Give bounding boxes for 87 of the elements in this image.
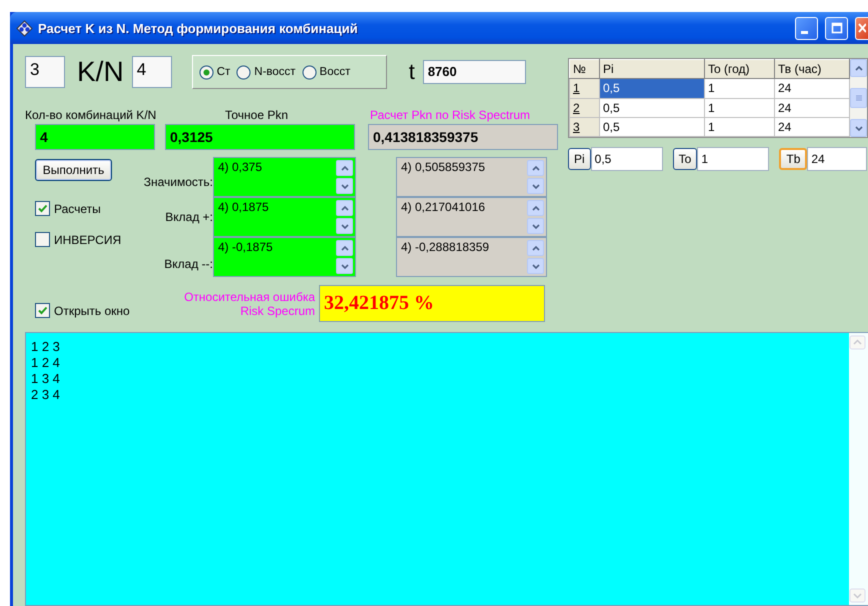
metric-spinbox[interactable]: 4) -0,288818359 — [396, 237, 547, 277]
check-icon — [37, 305, 48, 316]
row-header[interactable]: 3 — [570, 117, 600, 136]
parameter-button[interactable]: Tb — [779, 148, 808, 170]
table-cell[interactable]: 1 — [704, 98, 774, 118]
scroll-up-button[interactable] — [850, 59, 867, 77]
close-icon — [856, 22, 866, 34]
checkbox[interactable] — [35, 201, 50, 216]
window-title: Расчет K из N. Метод формирования комбинаций — [38, 20, 359, 36]
row-header[interactable]: 1 — [570, 78, 600, 98]
maximize-button[interactable] — [825, 16, 848, 40]
minimize-icon — [801, 30, 808, 34]
metric-spinbox[interactable]: 4) -0,1875 — [213, 237, 356, 277]
metric-label: Значимость: — [144, 175, 213, 189]
parameter-field[interactable]: 1 — [697, 147, 770, 171]
scroll-down-button[interactable] — [850, 119, 867, 137]
result-label: Расчет Pkn по Risk Spectrum — [370, 108, 530, 122]
table-cell[interactable]: 1 — [704, 78, 774, 98]
up-arrow-button[interactable] — [527, 160, 544, 176]
checkbox-label: Открыть окно — [54, 304, 130, 318]
minimize-button[interactable] — [795, 16, 818, 40]
n-field[interactable]: 4 — [132, 56, 172, 88]
down-arrow-button[interactable] — [527, 218, 544, 234]
result-field: 0,3125 — [165, 124, 355, 150]
table-cell[interactable]: 24 — [774, 98, 850, 118]
up-arrow-button[interactable] — [336, 200, 353, 216]
output-line: 1 2 4 — [31, 355, 61, 371]
result-label: Точное Pkn — [225, 108, 290, 122]
k-field[interactable]: 3 — [25, 56, 65, 88]
table-cell[interactable]: 24 — [774, 78, 850, 98]
down-arrow-button[interactable] — [336, 178, 353, 194]
down-arrow-button[interactable] — [336, 258, 353, 274]
table-cell[interactable]: 1 — [704, 117, 774, 136]
result-label: Кол-во комбинаций K/N — [25, 108, 158, 122]
t-field[interactable]: 8760 — [422, 60, 526, 84]
metric-spinbox[interactable]: 4) 0,1875 — [213, 197, 356, 237]
checkbox-label: Расчеты — [54, 202, 101, 216]
radio-button[interactable] — [302, 64, 317, 80]
down-arrow-button[interactable] — [527, 258, 544, 274]
up-arrow-button[interactable] — [336, 160, 353, 176]
output-line: 1 3 4 — [31, 371, 61, 387]
scroll-thumb[interactable] — [850, 88, 867, 108]
down-arrow-button[interactable] — [336, 218, 353, 234]
metric-label: Вклад +: — [165, 210, 213, 224]
parameter-field[interactable]: 0,5 — [590, 147, 663, 171]
table-cell[interactable]: 0,5 — [600, 98, 704, 118]
error-value: 32,421875 % — [319, 285, 545, 322]
down-arrow-button[interactable] — [527, 178, 544, 194]
grip-icon — [854, 94, 862, 102]
column-header[interactable]: Pi — [600, 60, 704, 79]
result-field: 4 — [35, 124, 155, 150]
radio-button[interactable] — [198, 64, 214, 80]
column-header[interactable]: To (год) — [704, 60, 774, 79]
run-button[interactable]: Выполнить — [35, 159, 112, 181]
metric-spinbox[interactable]: 4) 0,505859375 — [396, 157, 547, 197]
result-field: 0,413818359375 — [368, 124, 558, 150]
close-button[interactable] — [855, 16, 868, 40]
parameter-field[interactable]: 24 — [807, 147, 868, 171]
maximize-icon — [830, 22, 842, 34]
radio-label: Восст — [320, 66, 350, 78]
metric-spinbox[interactable]: 4) 0,375 — [213, 157, 356, 197]
checkbox[interactable] — [35, 303, 50, 318]
column-header[interactable]: № — [570, 60, 600, 79]
output-line: 2 3 4 — [31, 387, 61, 403]
up-arrow-button[interactable] — [527, 200, 544, 216]
column-header[interactable]: Тв (час) — [774, 60, 850, 79]
metric-label: Вклад --: — [164, 257, 213, 271]
row-header[interactable]: 2 — [570, 98, 600, 118]
checkbox[interactable] — [35, 232, 50, 247]
check-icon — [37, 203, 48, 214]
t-label: t — [408, 59, 415, 85]
parameter-button[interactable]: To — [672, 148, 698, 170]
kn-label: K/N — [77, 56, 124, 88]
radio-label: N-восст — [254, 66, 296, 78]
table-cell[interactable]: 0,5 — [600, 117, 704, 136]
table-cell[interactable]: 24 — [774, 117, 850, 136]
app-icon — [16, 20, 33, 36]
table-cell[interactable]: 0,5 — [600, 78, 704, 98]
error-label: Относительная ошибка Risk Specrum — [183, 290, 315, 318]
checkbox-label: ИНВЕРСИЯ — [54, 232, 122, 246]
radio-button[interactable] — [236, 64, 252, 80]
up-arrow-button[interactable] — [527, 240, 544, 256]
up-arrow-button[interactable] — [336, 240, 353, 256]
radio-label: Ст — [216, 66, 230, 78]
parameter-button[interactable]: Pi — [568, 148, 591, 170]
output-line: 1 2 3 — [31, 339, 61, 355]
metric-spinbox[interactable]: 4) 0,217041016 — [396, 197, 547, 237]
